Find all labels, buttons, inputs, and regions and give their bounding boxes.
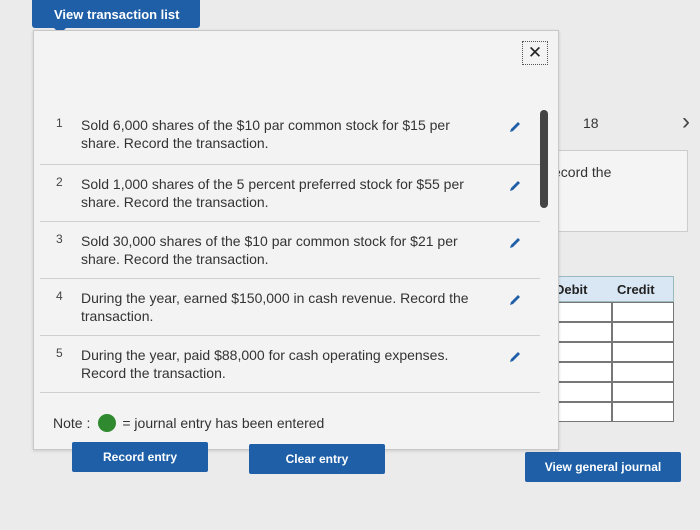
ledger-row bbox=[548, 342, 674, 362]
entered-indicator-icon bbox=[98, 414, 117, 432]
transaction-item[interactable]: 1 Sold 6,000 shares of the $10 par commo… bbox=[40, 106, 540, 165]
pencil-icon[interactable] bbox=[508, 120, 522, 134]
pencil-icon[interactable] bbox=[508, 236, 522, 250]
ledger-header: Debit Credit bbox=[548, 276, 674, 302]
item-text: Sold 6,000 shares of the $10 par common … bbox=[81, 117, 450, 151]
pencil-icon[interactable] bbox=[508, 350, 522, 364]
item-text: During the year, paid $88,000 for cash o… bbox=[81, 347, 449, 381]
debit-cell[interactable] bbox=[550, 302, 612, 322]
credit-cell[interactable] bbox=[612, 322, 674, 342]
transaction-item[interactable]: 4 During the year, earned $150,000 in ca… bbox=[40, 279, 540, 336]
credit-header: Credit bbox=[617, 281, 655, 297]
pencil-icon[interactable] bbox=[508, 179, 522, 193]
debit-cell[interactable] bbox=[550, 402, 612, 422]
pencil-icon[interactable] bbox=[508, 293, 522, 307]
transaction-list: 1 Sold 6,000 shares of the $10 par commo… bbox=[40, 106, 540, 393]
transaction-item[interactable]: 5 During the year, paid $88,000 for cash… bbox=[40, 336, 540, 393]
credit-cell[interactable] bbox=[612, 402, 674, 422]
credit-cell[interactable] bbox=[612, 342, 674, 362]
item-number: 5 bbox=[56, 346, 63, 360]
transaction-item[interactable]: 3 Sold 30,000 shares of the $10 par comm… bbox=[40, 222, 540, 279]
note-prefix: Note : bbox=[53, 415, 91, 431]
item-text: During the year, earned $150,000 in cash… bbox=[81, 290, 469, 324]
transaction-item[interactable]: 2 Sold 1,000 shares of the 5 percent pre… bbox=[40, 165, 540, 222]
legend-note: Note : = journal entry has been entered bbox=[53, 414, 324, 432]
item-text: Sold 1,000 shares of the 5 percent prefe… bbox=[81, 176, 464, 210]
view-transaction-list-button[interactable]: View transaction list bbox=[32, 0, 200, 28]
ledger-row bbox=[548, 322, 674, 342]
ledger-row bbox=[548, 382, 674, 402]
credit-cell[interactable] bbox=[612, 302, 674, 322]
credit-cell[interactable] bbox=[612, 382, 674, 402]
journal-ledger: Debit Credit bbox=[548, 276, 674, 436]
item-number: 2 bbox=[56, 175, 63, 189]
note-suffix: = journal entry has been entered bbox=[122, 415, 325, 431]
instruction-box bbox=[548, 150, 688, 232]
scrollbar[interactable] bbox=[540, 110, 548, 208]
clear-entry-button[interactable]: Clear entry bbox=[249, 444, 385, 474]
view-general-journal-button[interactable]: View general journal bbox=[525, 452, 681, 482]
instruction-partial-text: ecord the bbox=[553, 164, 612, 180]
item-number: 1 bbox=[56, 116, 63, 130]
item-text: Sold 30,000 shares of the $10 par common… bbox=[81, 233, 458, 267]
item-number: 3 bbox=[56, 232, 63, 246]
debit-cell[interactable] bbox=[550, 382, 612, 402]
record-entry-button[interactable]: Record entry bbox=[72, 442, 208, 472]
debit-cell[interactable] bbox=[550, 342, 612, 362]
debit-cell[interactable] bbox=[550, 322, 612, 342]
ledger-row bbox=[548, 302, 674, 322]
question-number: 18 bbox=[583, 115, 599, 131]
debit-cell[interactable] bbox=[550, 362, 612, 382]
ledger-row bbox=[548, 402, 674, 422]
credit-cell[interactable] bbox=[612, 362, 674, 382]
item-number: 4 bbox=[56, 289, 63, 303]
close-icon[interactable]: ✕ bbox=[522, 41, 548, 65]
ledger-row bbox=[548, 362, 674, 382]
next-arrow-icon[interactable]: › bbox=[682, 108, 690, 136]
